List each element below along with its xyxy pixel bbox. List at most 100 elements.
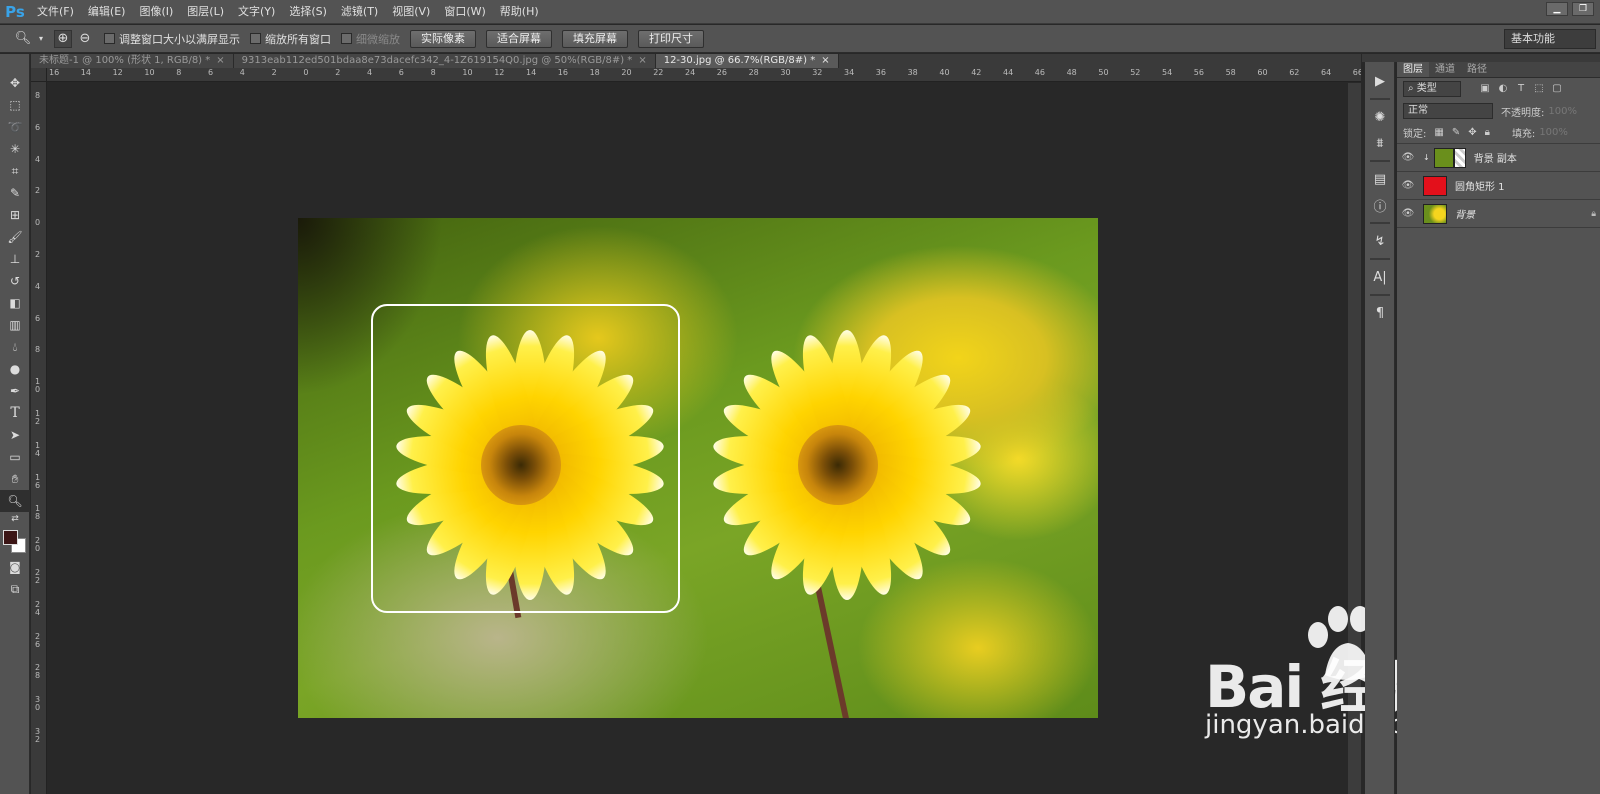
close-icon[interactable]: × (638, 55, 646, 66)
tab-layers[interactable]: 图层 (1397, 62, 1429, 77)
foreground-color-swatch[interactable] (3, 530, 18, 545)
print-size-button[interactable]: 打印尺寸 (638, 29, 704, 48)
opacity-label: 不透明度: (1501, 107, 1545, 119)
pen-tool-icon[interactable]: ✒ (0, 380, 30, 402)
panel-collapse-bar[interactable] (1362, 54, 1600, 62)
workspace-select[interactable]: 基本功能 (1504, 29, 1596, 49)
clone-source-icon[interactable]: ⩩ (1365, 130, 1395, 156)
canvas-area[interactable] (48, 83, 1348, 794)
ruler-tick-label: 0 (35, 218, 41, 228)
swap-colors-icon[interactable]: ⇄ (0, 512, 30, 526)
document-tab-active[interactable]: 12-30.jpg @ 66.7%(RGB/8#) * × (655, 54, 839, 68)
zoom-out-icon[interactable]: ⊖ (76, 30, 94, 48)
layer-thumbnail (1423, 175, 1447, 196)
ruler-tick-label: 8 (35, 91, 41, 100)
menu-window[interactable]: 窗口(W) (437, 0, 492, 24)
image-filter-icon[interactable]: ▣ (1479, 83, 1491, 95)
eye-icon[interactable]: 👁︎ (1397, 152, 1419, 163)
actual-pixels-button[interactable]: 实际像素 (410, 29, 476, 48)
chevron-down-icon[interactable]: ▾ (32, 30, 50, 48)
gradient-tool-icon[interactable]: ▥ (0, 314, 30, 336)
blur-tool-icon[interactable]: 💧︎ (0, 336, 30, 358)
zoom-all-windows-checkbox[interactable]: 缩放所有窗口 (250, 31, 331, 47)
menu-filter[interactable]: 滤镜(T) (334, 0, 385, 24)
menu-image[interactable]: 图像(I) (132, 0, 180, 24)
layer-row[interactable]: 👁︎ ↓ 背景 副本 (1397, 144, 1600, 172)
fill-value[interactable]: 100% (1539, 127, 1568, 138)
ruler-origin[interactable] (31, 68, 47, 82)
menu-edit[interactable]: 编辑(E) (81, 0, 133, 24)
fill-screen-button[interactable]: 填充屏幕 (562, 29, 628, 48)
close-icon[interactable]: × (821, 55, 829, 66)
brush-settings-icon[interactable]: ✺ (1365, 104, 1395, 130)
opacity-value[interactable]: 100% (1548, 106, 1577, 117)
lock-position-icon[interactable]: ✥ (1468, 127, 1476, 138)
crop-tool-icon[interactable]: ⌗ (0, 160, 30, 182)
fit-screen-button[interactable]: 适合屏幕 (486, 29, 552, 48)
lock-transparent-icon[interactable]: ▦ (1434, 127, 1443, 138)
minimize-icon[interactable]: ▁ (1546, 2, 1568, 16)
zoom-tool-icon[interactable]: 🔍︎ (0, 490, 30, 512)
brush-tool-icon[interactable]: 🖌︎ (0, 226, 30, 248)
zoom-in-icon[interactable]: ⊕ (54, 29, 72, 48)
menu-help[interactable]: 帮助(H) (493, 0, 546, 24)
document-tab[interactable]: 9313eab112ed501bdaa8e73dacefc342_4-1Z619… (233, 54, 656, 68)
menu-layer[interactable]: 图层(L) (180, 0, 231, 24)
info-icon[interactable]: ⓘ (1365, 192, 1395, 218)
close-icon[interactable]: × (216, 55, 224, 66)
document-image[interactable] (298, 218, 1098, 718)
layer-row[interactable]: 👁︎ 圆角矩形 1 (1397, 172, 1600, 200)
blend-mode-select[interactable]: 正常 (1403, 103, 1493, 119)
play-actions-icon[interactable]: ▶ (1365, 68, 1395, 94)
shape-tool-icon[interactable]: ▭ (0, 446, 30, 468)
menu-file[interactable]: 文件(F) (30, 0, 81, 24)
hand-tool-icon[interactable]: ✋︎ (0, 468, 30, 490)
character-icon[interactable]: A| (1365, 264, 1395, 290)
layer-row[interactable]: 👁︎ 背景 🔒︎ (1397, 200, 1600, 228)
zoom-tool-preset-icon[interactable]: 🔍︎ (14, 30, 32, 48)
lasso-tool-icon[interactable]: ➰ (0, 116, 30, 138)
layer-filter-row: ⌕ 类型 ▣ ◐ T ⬚ ▢ (1397, 78, 1600, 100)
clone-stamp-tool-icon[interactable]: ⊥ (0, 248, 30, 270)
vertical-ruler[interactable]: 8 6 4 2 0 2 4 6 8 10 12 14 16 18 20 22 24 26 28 30 32 (31, 82, 47, 794)
ruler-tick-label: 0 (303, 68, 309, 77)
menu-type[interactable]: 文字(Y) (231, 0, 282, 24)
magic-wand-tool-icon[interactable]: ✳ (0, 138, 30, 160)
menu-select[interactable]: 选择(S) (282, 0, 334, 24)
history-icon[interactable]: ↯ (1365, 228, 1395, 254)
eye-icon[interactable]: 👁︎ (1397, 180, 1419, 191)
shape-filter-icon[interactable]: ⬚ (1533, 83, 1545, 95)
scrubby-zoom-checkbox[interactable]: 细微缩放 (341, 31, 400, 47)
type-tool-icon[interactable]: T (0, 402, 30, 424)
horizontal-ruler[interactable]: 16 14 12 10 8 6 4 2 0 2 4 6 8 10 12 14 16 18 20 22 24 26 28 30 3… (47, 68, 1361, 82)
eyedropper-tool-icon[interactable]: ✎ (0, 182, 30, 204)
ruler-tick-label: 4 (35, 281, 41, 291)
eraser-tool-icon[interactable]: ◧ (0, 292, 30, 314)
tab-channels[interactable]: 通道 (1429, 62, 1461, 77)
lock-all-icon[interactable]: 🔒︎ (1485, 127, 1490, 138)
adjustment-filter-icon[interactable]: ◐ (1497, 83, 1509, 95)
screen-mode-icon[interactable]: ⧉ (0, 578, 30, 600)
lock-pixels-icon[interactable]: ✎ (1452, 127, 1460, 138)
resize-windows-checkbox[interactable]: 调整窗口大小以满屏显示 (104, 31, 240, 47)
rounded-rectangle-shape[interactable] (371, 304, 680, 613)
ruler-tick-label: 4 (367, 68, 373, 77)
layer-filter-select[interactable]: ⌕ 类型 (1403, 81, 1461, 97)
paragraph-icon[interactable]: ¶ (1365, 300, 1395, 326)
history-brush-tool-icon[interactable]: ↺ (0, 270, 30, 292)
healing-brush-tool-icon[interactable]: ⊞ (0, 204, 30, 226)
dodge-tool-icon[interactable]: ● (0, 358, 30, 380)
type-filter-icon[interactable]: T (1515, 83, 1527, 95)
restore-icon[interactable]: ❐ (1572, 2, 1594, 16)
eye-icon[interactable]: 👁︎ (1397, 208, 1419, 219)
smart-object-filter-icon[interactable]: ▢ (1551, 83, 1563, 95)
marquee-tool-icon[interactable]: ⬚ (0, 94, 30, 116)
quick-mask-icon[interactable]: ◙ (0, 556, 30, 578)
properties-icon[interactable]: ▤ (1365, 166, 1395, 192)
tab-paths[interactable]: 路径 (1461, 62, 1493, 77)
document-tab[interactable]: 未标题-1 @ 100% (形状 1, RGB/8) * × (31, 54, 234, 68)
move-tool-icon[interactable]: ✥ (0, 72, 30, 94)
menu-view[interactable]: 视图(V) (385, 0, 437, 24)
path-selection-tool-icon[interactable]: ➤ (0, 424, 30, 446)
color-swatches[interactable] (0, 526, 30, 556)
